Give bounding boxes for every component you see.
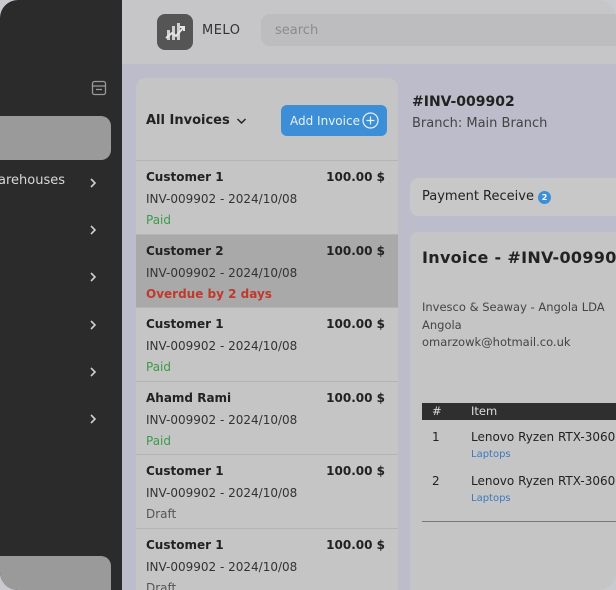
invoice-customer: Customer 1 <box>146 464 224 478</box>
invoice-status: Paid <box>146 434 172 448</box>
invoice-row[interactable]: Customer 1 100.00 $ INV-009902 - 2024/10… <box>136 528 398 590</box>
sidebar-item-3[interactable] <box>0 265 122 287</box>
invoice-number-date: INV-009902 - 2024/10/08 <box>146 413 298 427</box>
items-table-row: 2 Lenovo Ryzen RTX-3060 Laptops <box>422 474 616 514</box>
invoice-customer: Ahamd Rami <box>146 391 232 405</box>
invoice-list-header: All Invoices Add Invoice <box>136 78 398 160</box>
invoice-title: Invoice - #INV-009902 <box>422 248 616 267</box>
invoice-amount: 100.00 $ <box>326 170 385 184</box>
chevron-right-icon <box>88 411 98 425</box>
address-line-country: Angola <box>422 318 462 332</box>
sidebar-item-warehouses[interactable]: arehouses <box>0 171 122 193</box>
invoice-amount: 100.00 $ <box>326 391 385 405</box>
branch-label: Branch: Main Branch <box>412 116 548 131</box>
chevron-right-icon <box>88 364 98 378</box>
chevron-right-icon <box>88 317 98 331</box>
invoice-status: Paid <box>146 360 172 374</box>
row-item-name: Lenovo Ryzen RTX-3060 <box>471 474 616 488</box>
row-number: 2 <box>432 474 440 488</box>
column-header-num: # <box>432 404 442 418</box>
invoice-number-date: INV-009902 - 2024/10/08 <box>146 560 298 574</box>
invoice-row-selected[interactable]: Customer 2 100.00 $ INV-009902 - 2024/10… <box>136 234 398 308</box>
invoice-customer: Customer 1 <box>146 538 224 552</box>
payment-receive-label: Payment Receive <box>422 189 534 204</box>
app-logo <box>157 14 193 50</box>
invoice-filter-label: All Invoices <box>146 113 230 128</box>
chevron-down-icon <box>236 117 246 124</box>
invoice-filter-dropdown[interactable]: All Invoices <box>146 113 247 128</box>
add-invoice-button[interactable]: Add Invoice <box>281 105 387 136</box>
invoice-amount: 100.00 $ <box>326 244 385 258</box>
column-header-item: Item <box>471 404 498 418</box>
invoice-status: Paid <box>146 213 172 227</box>
invoice-status: Draft <box>146 581 177 590</box>
invoice-amount: 100.00 $ <box>326 317 385 331</box>
plus-circle-icon <box>362 112 379 129</box>
sidebar-bottom-item[interactable] <box>0 556 111 590</box>
sidebar-collapse-icon[interactable] <box>91 80 107 96</box>
items-table-header: # Item <box>422 403 616 420</box>
sidebar-item-6[interactable] <box>0 407 122 429</box>
invoice-amount: 100.00 $ <box>326 464 385 478</box>
address-line-company: Invesco & Seaway - Angola LDA <box>422 300 605 314</box>
invoice-list-panel: All Invoices Add Invoice Customer 1 100.… <box>136 78 398 590</box>
sidebar-item-label: arehouses <box>0 173 65 188</box>
chevron-right-icon <box>88 222 98 236</box>
sidebar-item-4[interactable] <box>0 313 122 335</box>
row-item-category-link[interactable]: Laptops <box>471 493 511 504</box>
top-header: MELO <box>122 0 616 64</box>
row-number: 1 <box>432 430 440 444</box>
invoice-preview-card: Invoice - #INV-009902 Invesco & Seaway -… <box>410 232 616 590</box>
sidebar-item-active[interactable] <box>0 116 111 160</box>
invoice-row[interactable]: Customer 1 100.00 $ INV-009902 - 2024/10… <box>136 307 398 381</box>
invoice-customer: Customer 1 <box>146 170 224 184</box>
sidebar-item-5[interactable] <box>0 360 122 382</box>
items-table-divider <box>422 521 616 522</box>
payment-receive-tab[interactable]: Payment Receive 2 <box>410 178 616 216</box>
row-item-category-link[interactable]: Laptops <box>471 449 511 460</box>
search-input[interactable] <box>261 14 616 46</box>
sidebar-item-2[interactable] <box>0 218 122 240</box>
chevron-right-icon <box>88 175 98 189</box>
invoice-row[interactable]: Customer 1 100.00 $ INV-009902 - 2024/10… <box>136 160 398 234</box>
row-item-name: Lenovo Ryzen RTX-3060 <box>471 430 616 444</box>
sidebar: arehouses <box>0 0 122 590</box>
invoice-customer: Customer 1 <box>146 317 224 331</box>
invoice-status: Overdue by 2 days <box>146 287 272 301</box>
invoice-amount: 100.00 $ <box>326 538 385 552</box>
chart-logo-icon <box>165 23 185 40</box>
chevron-right-icon <box>88 269 98 283</box>
invoice-row[interactable]: Ahamd Rami 100.00 $ INV-009902 - 2024/10… <box>136 381 398 455</box>
invoice-id-heading: #INV-009902 <box>412 94 515 110</box>
payment-receive-count-badge: 2 <box>538 191 551 204</box>
address-line-email: omarzowk@hotmail.co.uk <box>422 335 571 349</box>
brand-name: MELO <box>202 23 241 38</box>
invoice-row[interactable]: Customer 1 100.00 $ INV-009902 - 2024/10… <box>136 454 398 528</box>
invoice-customer: Customer 2 <box>146 244 224 258</box>
invoice-number-date: INV-009902 - 2024/10/08 <box>146 339 298 353</box>
invoice-number-date: INV-009902 - 2024/10/08 <box>146 266 298 280</box>
items-table-row: 1 Lenovo Ryzen RTX-3060 Laptops <box>422 430 616 470</box>
app-window: arehouses MELO search All Invoices Add I… <box>0 0 616 590</box>
invoice-number-date: INV-009902 - 2024/10/08 <box>146 192 298 206</box>
invoice-number-date: INV-009902 - 2024/10/08 <box>146 486 298 500</box>
add-invoice-label: Add Invoice <box>290 113 360 128</box>
invoice-status: Draft <box>146 507 177 521</box>
